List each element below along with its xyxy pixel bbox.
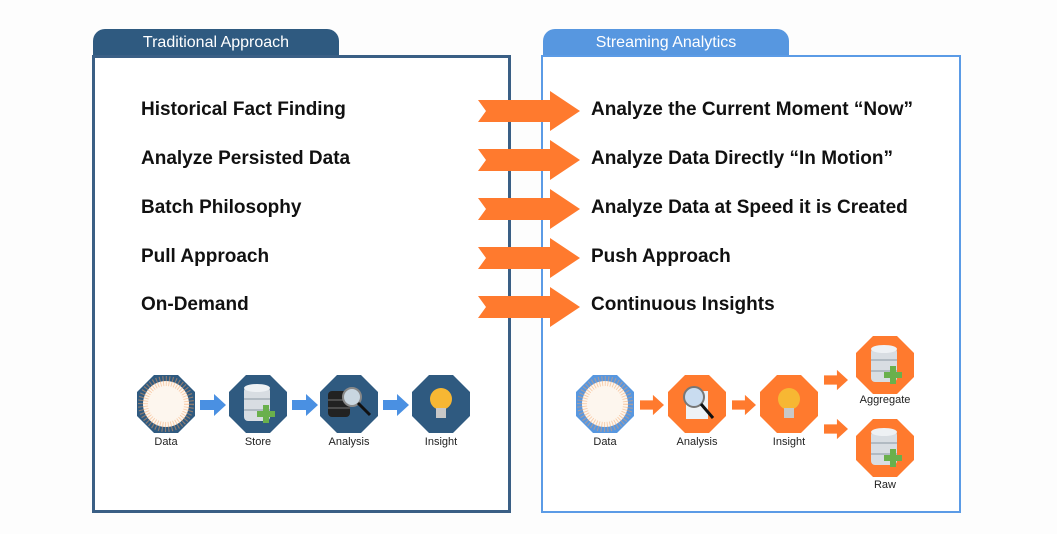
arrow-right-icon (478, 287, 580, 327)
data-globe-icon (137, 375, 195, 433)
arrow-right-icon (640, 394, 664, 416)
streaming-item: Continuous Insights (591, 294, 775, 315)
flow-label: Insight (424, 436, 458, 448)
flow-label: Analysis (328, 436, 370, 448)
arrow-right-icon (824, 418, 848, 440)
lightbulb-icon (760, 375, 818, 433)
flow-label: Data (593, 436, 617, 448)
flow-label: Data (154, 436, 178, 448)
database-add-icon (229, 375, 287, 433)
traditional-item: On-Demand (141, 294, 249, 315)
database-add-icon (856, 336, 914, 394)
arrow-right-icon (383, 394, 409, 416)
arrow-right-icon (478, 140, 580, 180)
traditional-item: Batch Philosophy (141, 197, 302, 218)
tab-traditional-approach: Traditional Approach (93, 29, 339, 56)
arrow-right-icon (478, 91, 580, 131)
data-globe-icon (576, 375, 634, 433)
arrow-right-icon (478, 189, 580, 229)
traditional-item: Pull Approach (141, 246, 270, 267)
tab-streaming-analytics: Streaming Analytics (543, 29, 789, 56)
streaming-item: Push Approach (591, 246, 731, 267)
arrow-right-icon (200, 394, 226, 416)
output-label: Raw (873, 479, 896, 491)
magnifier-icon (668, 375, 726, 433)
arrow-right-icon (824, 369, 848, 391)
streaming-item: Analyze Data Directly “In Motion” (591, 148, 893, 169)
lightbulb-icon (412, 375, 470, 433)
arrow-right-icon (292, 394, 318, 416)
streaming-item: Analyze the Current Moment “Now” (591, 99, 913, 120)
flow-label: Insight (772, 436, 806, 448)
arrow-right-icon (478, 238, 580, 278)
magnifier-icon (320, 375, 378, 433)
flow-label: Store (244, 436, 272, 448)
streaming-item: Analyze Data at Speed it is Created (591, 197, 908, 218)
database-add-icon (856, 419, 914, 477)
traditional-item: Historical Fact Finding (141, 99, 346, 120)
output-label: Aggregate (859, 394, 911, 406)
flow-label: Analysis (676, 436, 718, 448)
arrow-right-icon (732, 394, 756, 416)
traditional-item: Analyze Persisted Data (141, 148, 351, 169)
